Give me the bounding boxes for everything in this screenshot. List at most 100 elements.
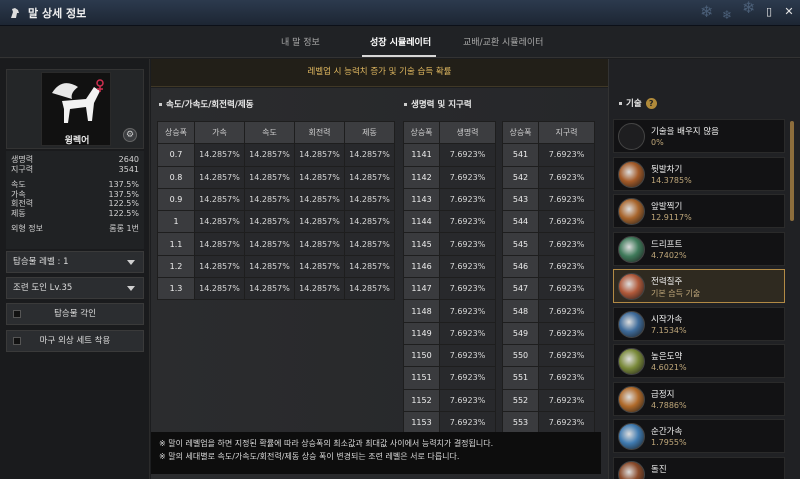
table-cell: 7.6923% xyxy=(439,254,496,279)
speed-section-title: 속도/가속도/회전력/제동 xyxy=(159,98,254,110)
table-cell: 14.2857% xyxy=(194,254,245,279)
table-cell: 551 xyxy=(502,366,539,390)
skill-rate: 4.7886% xyxy=(651,400,687,410)
skill-icon xyxy=(618,273,645,300)
table-row: 544 7.6923% xyxy=(502,210,595,234)
pegasus-image xyxy=(52,79,104,123)
table-cell: 542 xyxy=(502,165,539,189)
skill-item[interactable]: 기술을 배우지 않음 0% xyxy=(613,119,785,153)
horse-portrait: 윙렉어 xyxy=(41,72,111,146)
outfit-checkbox[interactable] xyxy=(13,337,21,345)
tab-my-horse[interactable]: 내 말 정보 xyxy=(281,35,320,48)
skill-rate: 12.9117% xyxy=(651,213,692,222)
stat-row: 생명력 2640 xyxy=(11,155,139,164)
table-cell: 552 xyxy=(502,388,539,412)
table-cell: 14.2857% xyxy=(194,232,245,256)
table-cell: 14.2857% xyxy=(194,210,245,234)
table-row: 1151 7.6923% xyxy=(403,366,496,390)
table-cell: 547 xyxy=(502,277,539,301)
scrollbar[interactable] xyxy=(790,121,794,221)
note-line: ※ 말의 세대별로 속도/가속도/회전력/제동 상승 폭이 변경되는 조련 레벨… xyxy=(159,452,460,461)
table-row: 1 14.2857% 14.2857% 14.2857% 14.2857% xyxy=(157,210,395,234)
skill-item[interactable]: 전력질주 기본 습득 기술 xyxy=(613,269,785,303)
skill-item[interactable]: 높은도약 4.6021% xyxy=(613,344,785,378)
skill-item[interactable]: 드리프트 4.7402% xyxy=(613,231,785,266)
table-cell: 14.2857% xyxy=(294,277,345,301)
table-cell: 7.6923% xyxy=(439,321,496,345)
table-cell: 7.6923% xyxy=(538,210,595,234)
engrave-option[interactable]: 탑승물 각인 xyxy=(6,303,144,325)
skill-item[interactable]: 순간가속 1.7955% xyxy=(613,419,785,453)
table-cell: 550 xyxy=(502,343,539,368)
appearance-row: 외형 정보 롬롱 1번 xyxy=(11,224,139,233)
outfit-option[interactable]: 마구 외상 세트 착용 xyxy=(6,330,144,352)
table-cell: 544 xyxy=(502,210,539,234)
table-cell: 14.2857% xyxy=(344,143,395,167)
engrave-checkbox[interactable] xyxy=(13,310,21,318)
trainer-dropdown[interactable]: 조련 도인 Lv.35 xyxy=(6,277,144,299)
table-cell: 7.6923% xyxy=(538,410,595,435)
table-cell: 14.2857% xyxy=(344,277,395,301)
table-cell: 14.2857% xyxy=(244,143,295,167)
table-cell: 1152 xyxy=(403,388,440,412)
table-cell: 7.6923% xyxy=(439,366,496,390)
table-cell: 7.6923% xyxy=(538,143,595,167)
skill-item[interactable]: 돌진 xyxy=(613,456,785,479)
skill-name: 높은도약 xyxy=(651,352,683,362)
skill-icon xyxy=(618,160,645,188)
table-cell: 14.2857% xyxy=(244,210,295,234)
table-cell: 14.2857% xyxy=(294,143,345,167)
portrait-box: 윙렉어 ⚙ xyxy=(6,69,144,149)
skill-icon xyxy=(618,423,645,450)
stamina-table: 상승폭 지구력 541 7.6923% 542 7.6923% 543 7.6923% 54… xyxy=(502,120,595,435)
table-row: 1152 7.6923% xyxy=(403,388,496,412)
skill-name: 뒷발차기 xyxy=(651,164,683,175)
table-row: 1142 7.6923% xyxy=(403,165,496,189)
table-cell: 7.6923% xyxy=(538,321,595,345)
table-cell: 541 xyxy=(502,143,539,167)
skill-rate: 기본 습득 기술 xyxy=(651,289,701,298)
table-cell: 1145 xyxy=(403,232,440,256)
skill-item[interactable]: 뒷발차기 14.3785% xyxy=(613,156,785,191)
table-row: 1145 7.6923% xyxy=(403,232,496,256)
settings-icon[interactable]: ⚙ xyxy=(123,128,137,142)
table-cell: 14.2857% xyxy=(244,254,295,279)
table-cell: 14.2857% xyxy=(244,165,295,189)
table-row: 552 7.6923% xyxy=(502,388,595,412)
table-cell: 7.6923% xyxy=(439,343,496,368)
horse-info-panel: 윙렉어 ⚙ 생명력 2640 지구력 3541 속도 137.5% 가속 137.5% … xyxy=(0,59,150,479)
table-cell: 7.6923% xyxy=(439,210,496,234)
table-cell: 14.2857% xyxy=(194,187,245,212)
table-cell: 1146 xyxy=(403,254,440,279)
table-cell: 1.3 xyxy=(157,277,195,301)
table-header-row: 상승폭 생명력 xyxy=(403,120,496,145)
table-cell: 14.2857% xyxy=(194,165,245,189)
help-icon[interactable]: ? xyxy=(645,98,657,109)
table-cell: 553 xyxy=(502,410,539,435)
table-cell: 14.2857% xyxy=(244,232,295,256)
table-cell: 7.6923% xyxy=(538,388,595,412)
skill-item[interactable]: 앞발찍기 12.9117% xyxy=(613,194,785,228)
tab-growth-simulator[interactable]: 성장 시뮬레이터 xyxy=(370,35,431,48)
skill-rate: 7.1534% xyxy=(651,325,687,335)
table-cell: 1153 xyxy=(403,410,440,435)
level-dropdown[interactable]: 탑승물 레벨 : 1 xyxy=(6,251,144,273)
table-cell: 14.2857% xyxy=(294,254,345,279)
table-cell: 0.8 xyxy=(157,165,195,189)
table-row: 0.8 14.2857% 14.2857% 14.2857% 14.2857% xyxy=(157,165,395,189)
table-cell: 1147 xyxy=(403,277,440,301)
table-row: 1144 7.6923% xyxy=(403,210,496,234)
skill-item[interactable]: 급정지 4.7886% xyxy=(613,381,785,416)
close-icon[interactable]: ✕ xyxy=(782,5,796,19)
table-cell: 7.6923% xyxy=(439,299,496,323)
table-cell: 14.2857% xyxy=(294,210,345,234)
table-row: 550 7.6923% xyxy=(502,343,595,368)
table-cell: 14.2857% xyxy=(344,187,395,212)
skill-rate: 14.3785% xyxy=(651,175,692,185)
skill-item[interactable]: 시작가속 7.1534% xyxy=(613,306,785,341)
stat-row: 회전력 122.5% xyxy=(11,199,139,208)
document-icon[interactable]: ▯ xyxy=(762,5,776,19)
table-header-row: 상승폭 지구력 xyxy=(502,120,595,145)
bullet-icon xyxy=(159,103,162,106)
tab-breeding-simulator[interactable]: 교배/교환 시뮬레이터 xyxy=(463,35,543,48)
